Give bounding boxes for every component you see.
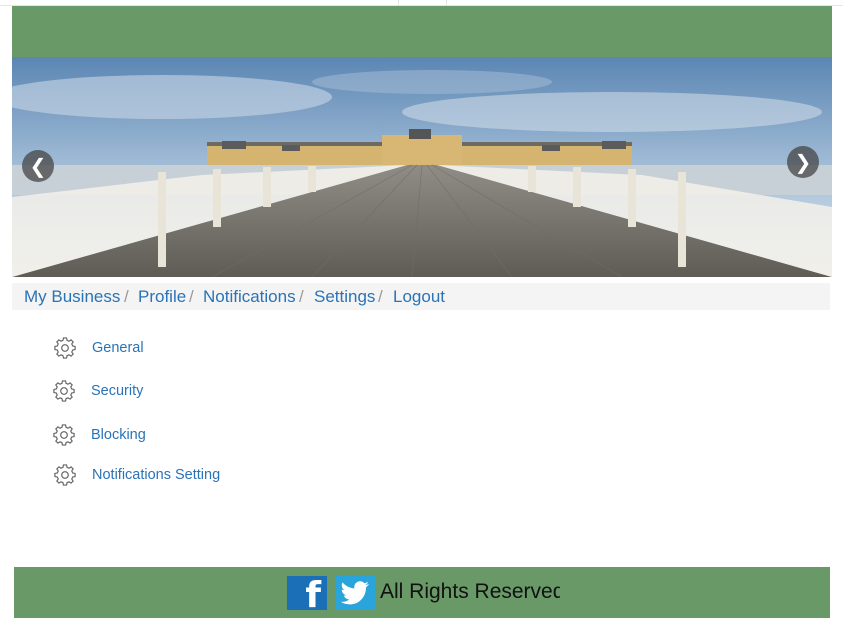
footer: f All Rights Reserved: [14, 567, 830, 618]
breadcrumb: My Business / Profile / Notifications / …: [12, 283, 830, 310]
settings-item-label: Blocking: [91, 427, 146, 443]
facebook-link[interactable]: f: [287, 575, 327, 616]
breadcrumb-separator: /: [124, 287, 129, 306]
breadcrumb-separator: /: [299, 287, 304, 306]
carousel-next-button[interactable]: ❯: [787, 146, 819, 178]
header-bar: [12, 6, 832, 57]
top-divider: [398, 0, 399, 5]
gear-icon: [53, 424, 75, 446]
settings-item-blocking[interactable]: Blocking: [53, 424, 163, 448]
breadcrumb-my-business[interactable]: My Business: [24, 283, 120, 311]
settings-item-label: Security: [91, 383, 144, 399]
breadcrumb-settings[interactable]: Settings: [314, 283, 375, 311]
chevron-right-icon: ❯: [794, 150, 812, 174]
carousel-prev-button[interactable]: ❮: [22, 150, 54, 182]
settings-item-general[interactable]: General: [54, 337, 164, 361]
breadcrumb-logout[interactable]: Logout: [393, 283, 445, 311]
breadcrumb-notifications[interactable]: Notifications: [203, 283, 296, 311]
twitter-link[interactable]: [335, 576, 375, 610]
gear-icon: [54, 464, 76, 486]
top-divider: [446, 0, 447, 5]
settings-item-security[interactable]: Security: [53, 380, 163, 404]
twitter-icon: [340, 581, 369, 605]
settings-item-label: Notifications Setting: [92, 467, 221, 483]
settings-item-label: General: [92, 340, 144, 356]
chevron-left-icon: ❮: [29, 154, 47, 178]
breadcrumb-separator: /: [378, 287, 383, 306]
carousel-banner: [12, 57, 832, 277]
gear-icon: [54, 337, 76, 359]
copyright-text: All Rights Reserved: [380, 580, 560, 603]
gear-icon: [53, 380, 75, 402]
breadcrumb-separator: /: [189, 287, 194, 306]
breadcrumb-profile[interactable]: Profile: [138, 283, 186, 311]
pier-banner-image: [12, 57, 832, 277]
facebook-icon: f: [305, 575, 321, 616]
settings-item-notifications-setting[interactable]: Notifications Setting: [54, 464, 234, 488]
